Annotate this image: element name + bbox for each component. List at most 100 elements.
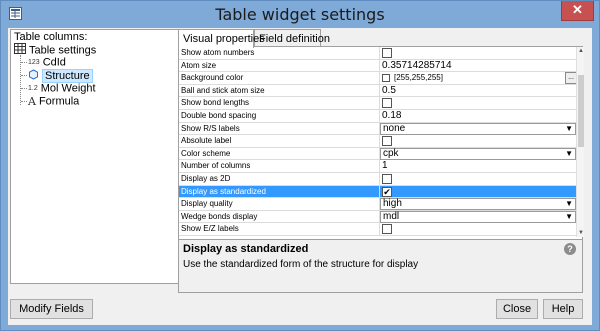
- property-checkbox[interactable]: [382, 224, 392, 235]
- table-icon: [14, 43, 26, 58]
- column-divider: [379, 47, 380, 60]
- property-value: [382, 135, 576, 147]
- property-name: Color scheme: [181, 148, 231, 158]
- property-name: Number of columns: [181, 161, 251, 171]
- color-swatch: [382, 74, 390, 83]
- property-row[interactable]: Show atom numbers: [179, 47, 576, 60]
- settings-panel: Visual properties Field definition Show …: [178, 29, 584, 293]
- tree-item-mol-weight[interactable]: 1.2 Mol Weight: [28, 82, 96, 95]
- chevron-down-icon[interactable]: ▼: [565, 124, 573, 134]
- visual-properties-body: Show atom numbers Atom size 0.35714285714 B…: [178, 46, 584, 293]
- property-value[interactable]: 0.5: [382, 85, 576, 97]
- window-close-button[interactable]: ✕: [561, 1, 594, 21]
- column-divider: [379, 185, 380, 199]
- property-grid-scrollbar[interactable]: ▲ ▼: [576, 47, 584, 237]
- tree-connector: [21, 75, 27, 76]
- property-name: Display as standardized: [181, 186, 266, 196]
- column-divider: [379, 135, 380, 149]
- property-dropdown[interactable]: mdl ▼: [380, 210, 576, 223]
- text-icon: A: [28, 95, 36, 108]
- property-name: Atom size: [181, 60, 217, 70]
- chevron-down-icon[interactable]: ▼: [565, 149, 573, 159]
- window-title: Table widget settings: [215, 5, 385, 24]
- property-row[interactable]: Atom size 0.35714285714: [179, 59, 576, 73]
- table-columns-panel: Table columns: Table settings 123 CdId S…: [10, 29, 180, 284]
- property-name: Absolute label: [181, 136, 232, 146]
- tree-item-cdid[interactable]: 123 CdId: [28, 56, 66, 69]
- property-row[interactable]: Show E/Z labels: [179, 223, 576, 237]
- property-checkbox[interactable]: [382, 174, 392, 184]
- close-button[interactable]: Close: [496, 299, 538, 319]
- property-dropdown[interactable]: cpk ▼: [380, 147, 576, 160]
- chevron-down-icon[interactable]: ▼: [565, 212, 573, 222]
- modify-fields-button[interactable]: Modify Fields: [10, 299, 93, 319]
- property-name: Show E/Z labels: [181, 224, 239, 234]
- scroll-thumb[interactable]: [578, 75, 584, 147]
- property-row[interactable]: Show bond lengths: [179, 97, 576, 111]
- column-divider: [379, 160, 380, 174]
- decimal-icon: 1.2: [28, 85, 38, 92]
- property-value: [382, 173, 576, 185]
- tree-item-label: Mol Weight: [40, 82, 96, 95]
- property-name: Display quality: [181, 199, 233, 209]
- property-checkbox[interactable]: [382, 48, 392, 58]
- property-row[interactable]: Wedge bonds display mdl ▼: [179, 210, 576, 224]
- property-value: [255,255,255]...: [382, 72, 576, 85]
- column-divider: [379, 72, 380, 86]
- tab-visual-properties[interactable]: Visual properties: [178, 29, 265, 48]
- property-value[interactable]: 0.18: [382, 110, 576, 122]
- property-row[interactable]: Double bond spacing 0.18: [179, 110, 576, 123]
- property-name: Double bond spacing: [181, 111, 257, 120]
- property-row[interactable]: Display as standardized: [179, 185, 576, 199]
- column-divider: [379, 110, 380, 123]
- property-checkbox[interactable]: [382, 186, 392, 197]
- property-value: [382, 97, 576, 109]
- property-grid: Show atom numbers Atom size 0.35714285714 B…: [179, 47, 576, 237]
- description-title: Display as standardized: [183, 243, 309, 255]
- tree-item-label: CdId: [42, 56, 66, 69]
- property-dropdown[interactable]: none ▼: [380, 122, 576, 135]
- property-name: Wedge bonds display: [181, 211, 258, 221]
- scroll-down-icon[interactable]: ▼: [577, 229, 585, 237]
- column-divider: [379, 84, 380, 98]
- tree-connector: [21, 62, 27, 63]
- column-divider: [379, 223, 380, 237]
- property-value[interactable]: 0.35714285714: [382, 60, 576, 72]
- property-value[interactable]: 1: [382, 160, 576, 172]
- tree-item-formula[interactable]: A Formula: [28, 95, 79, 108]
- property-row[interactable]: Show R/S labels none ▼: [179, 122, 576, 136]
- number-icon: 123: [28, 59, 40, 66]
- property-name: Ball and stick atom size: [181, 85, 265, 95]
- property-name: Display as 2D: [181, 174, 231, 183]
- help-button[interactable]: Help: [543, 299, 583, 319]
- property-row[interactable]: Display as 2D: [179, 173, 576, 186]
- tree-item-table-settings[interactable]: Table settings: [14, 43, 96, 56]
- color-picker-button[interactable]: ...: [565, 72, 576, 85]
- property-row[interactable]: Ball and stick atom size 0.5: [179, 84, 576, 98]
- title-bar[interactable]: Table widget settings ✕: [1, 1, 599, 27]
- column-divider: [379, 59, 380, 73]
- color-value: [255,255,255]: [394, 73, 443, 83]
- property-dropdown[interactable]: high ▼: [380, 198, 576, 211]
- property-row[interactable]: Absolute label: [179, 135, 576, 149]
- property-row[interactable]: Number of columns 1: [179, 160, 576, 174]
- chevron-down-icon[interactable]: ▼: [565, 199, 573, 209]
- property-name: Show bond lengths: [181, 98, 250, 108]
- property-name: Show R/S labels: [181, 123, 240, 133]
- help-icon[interactable]: ?: [564, 243, 576, 255]
- dialog-window: Table widget settings ✕ Table columns: T…: [0, 0, 600, 331]
- dropdown-value: none: [383, 122, 406, 134]
- property-row[interactable]: Background color [255,255,255]...: [179, 72, 576, 86]
- tree-item-structure[interactable]: Structure: [28, 69, 93, 84]
- property-row[interactable]: Color scheme cpk ▼: [179, 147, 576, 161]
- property-description: Display as standardized ? Use the standa…: [179, 239, 582, 292]
- property-checkbox[interactable]: [382, 98, 392, 109]
- property-checkbox[interactable]: [382, 136, 392, 147]
- property-row[interactable]: Display quality high ▼: [179, 198, 576, 212]
- dropdown-value: mdl: [383, 210, 400, 222]
- dropdown-value: cpk: [383, 147, 399, 159]
- tree-connector: [21, 88, 27, 89]
- scroll-up-icon[interactable]: ▲: [577, 47, 585, 55]
- table-columns-caption: Table columns:: [14, 31, 88, 43]
- dialog-client-area: Table columns: Table settings 123 CdId S…: [8, 28, 592, 325]
